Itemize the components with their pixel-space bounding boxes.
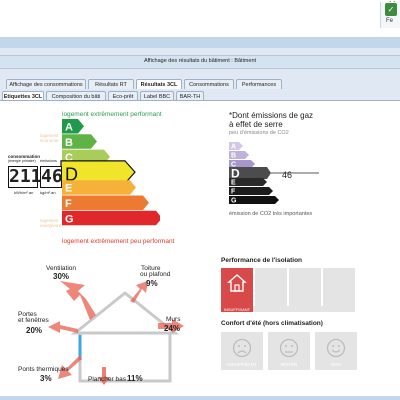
ventilation-arrow-icon (60, 281, 96, 320)
consumption-value: 211 (8, 166, 42, 188)
emissions-title: émissions (40, 159, 57, 163)
status-strip (0, 396, 400, 400)
tab-affichage-consommations[interactable]: Affichage des consommations (6, 79, 86, 89)
comfort-box-moyen: MOYEN (268, 332, 310, 370)
emissions-value: 46 (40, 166, 63, 188)
finish-button[interactable]: ✓ Fe (380, 2, 400, 28)
energy-class-e: E (62, 180, 136, 195)
co2-class-letter: A (231, 144, 236, 151)
roof-pct: 9% (146, 279, 158, 288)
walls-pct: 24% (164, 324, 181, 333)
ghost-text-energivore-2: énergivore (40, 223, 62, 228)
insulation-title: Performance de l'isolation (221, 257, 303, 264)
house-wall-outline (78, 331, 172, 383)
co2-class-letter: B (231, 153, 236, 160)
tab-resultats-rt[interactable]: Résultats RT (88, 79, 134, 89)
insulation-label-active: INSUFFISANT (223, 307, 251, 312)
floor-pct: 11% (127, 374, 143, 383)
walls-label: Murs (166, 316, 181, 323)
comfort-label-bon: BON (331, 362, 341, 367)
consumption-units: kWh/m².an (14, 190, 34, 195)
insulation-box-2 (255, 268, 287, 306)
co2-value: 46 (282, 170, 293, 180)
energy-class-g: G (62, 210, 160, 226)
doors-pct: 20% (26, 326, 43, 335)
tab-consommations[interactable]: Consommations (184, 79, 234, 89)
doors-label-2: et fenêtres (18, 317, 49, 324)
ribbon (0, 10, 400, 38)
ventilation-pct: 30% (53, 272, 70, 281)
energy-class-letter: G (65, 213, 74, 225)
energy-class-letter: E (65, 183, 72, 195)
emissions-units: kg/m².an (40, 190, 56, 195)
finish-button-label: Fe (386, 18, 394, 24)
ghost-text-econome-2: économe (40, 138, 59, 143)
co2-top-label: peu d'émissions de CO2 (229, 130, 289, 136)
house-icon (227, 274, 247, 292)
tab-performances[interactable]: Performances (236, 79, 282, 89)
neutral-face-icon (279, 338, 299, 358)
energy-class-b: B (62, 134, 97, 149)
energy-class-letter: F (65, 198, 72, 210)
energy-top-label: logement extrêmement performant (62, 111, 162, 118)
comfort-box-bon: BON (315, 332, 357, 370)
co2-title-line1: *Dont émissions de gaz (229, 111, 314, 120)
insulation-box-4 (323, 268, 355, 306)
co2-class-letter: E (231, 180, 236, 187)
comfort-title: Confort d'été (hors climatisation) (221, 320, 323, 327)
floor-label: Plancher bas (88, 376, 126, 383)
sad-face-icon (232, 338, 252, 358)
insulation-box-3 (289, 268, 321, 306)
comfort-box-insuffisant: INSUFFISANT (221, 332, 263, 370)
title-bar (0, 0, 400, 10)
page-title: Affichage des résultats du bâtiment : Bâ… (143, 58, 257, 64)
co2-class-letter: F (231, 189, 236, 196)
consumption-sub: (énergie primaire) (8, 159, 36, 163)
check-icon: ✓ (385, 3, 397, 16)
doors-arrow-icon (48, 321, 78, 333)
roof-label-2: ou plafond (140, 271, 171, 278)
happy-face-icon (326, 338, 346, 358)
co2-class-g: G (229, 196, 279, 205)
tab-resultats-3cl[interactable]: Résultats 3CL (136, 79, 182, 89)
insulation-box-insuffisant: INSUFFISANT (221, 268, 253, 311)
co2-bottom-label: émission de CO2 très importantes (229, 211, 313, 217)
energy-class-a: A (62, 119, 84, 134)
co2-scale: ABCDEFG (229, 142, 319, 205)
co2-class-letter: G (231, 198, 237, 205)
bridges-pct: 3% (40, 374, 52, 383)
co2-class-b: B (229, 151, 249, 160)
co2-title-line2: à effet de serre (229, 120, 283, 129)
co2-class-e: E (229, 178, 267, 187)
ribbon-separator (0, 38, 400, 48)
ventilation-label: Ventilation (46, 265, 76, 272)
energy-class-letter: A (65, 122, 73, 134)
comfort-label-insuffisant: INSUFFISANT (227, 362, 257, 367)
co2-class-f: F (229, 187, 273, 196)
energy-class-f: F (62, 195, 149, 210)
co2-class-a: A (229, 142, 243, 151)
energy-class-letter: B (65, 137, 73, 149)
comfort-label-moyen: MOYEN (280, 362, 298, 367)
energy-bottom-label: logement extrêmement peu performant (62, 238, 175, 245)
bridges-label: Ponts thermiques (18, 366, 69, 373)
